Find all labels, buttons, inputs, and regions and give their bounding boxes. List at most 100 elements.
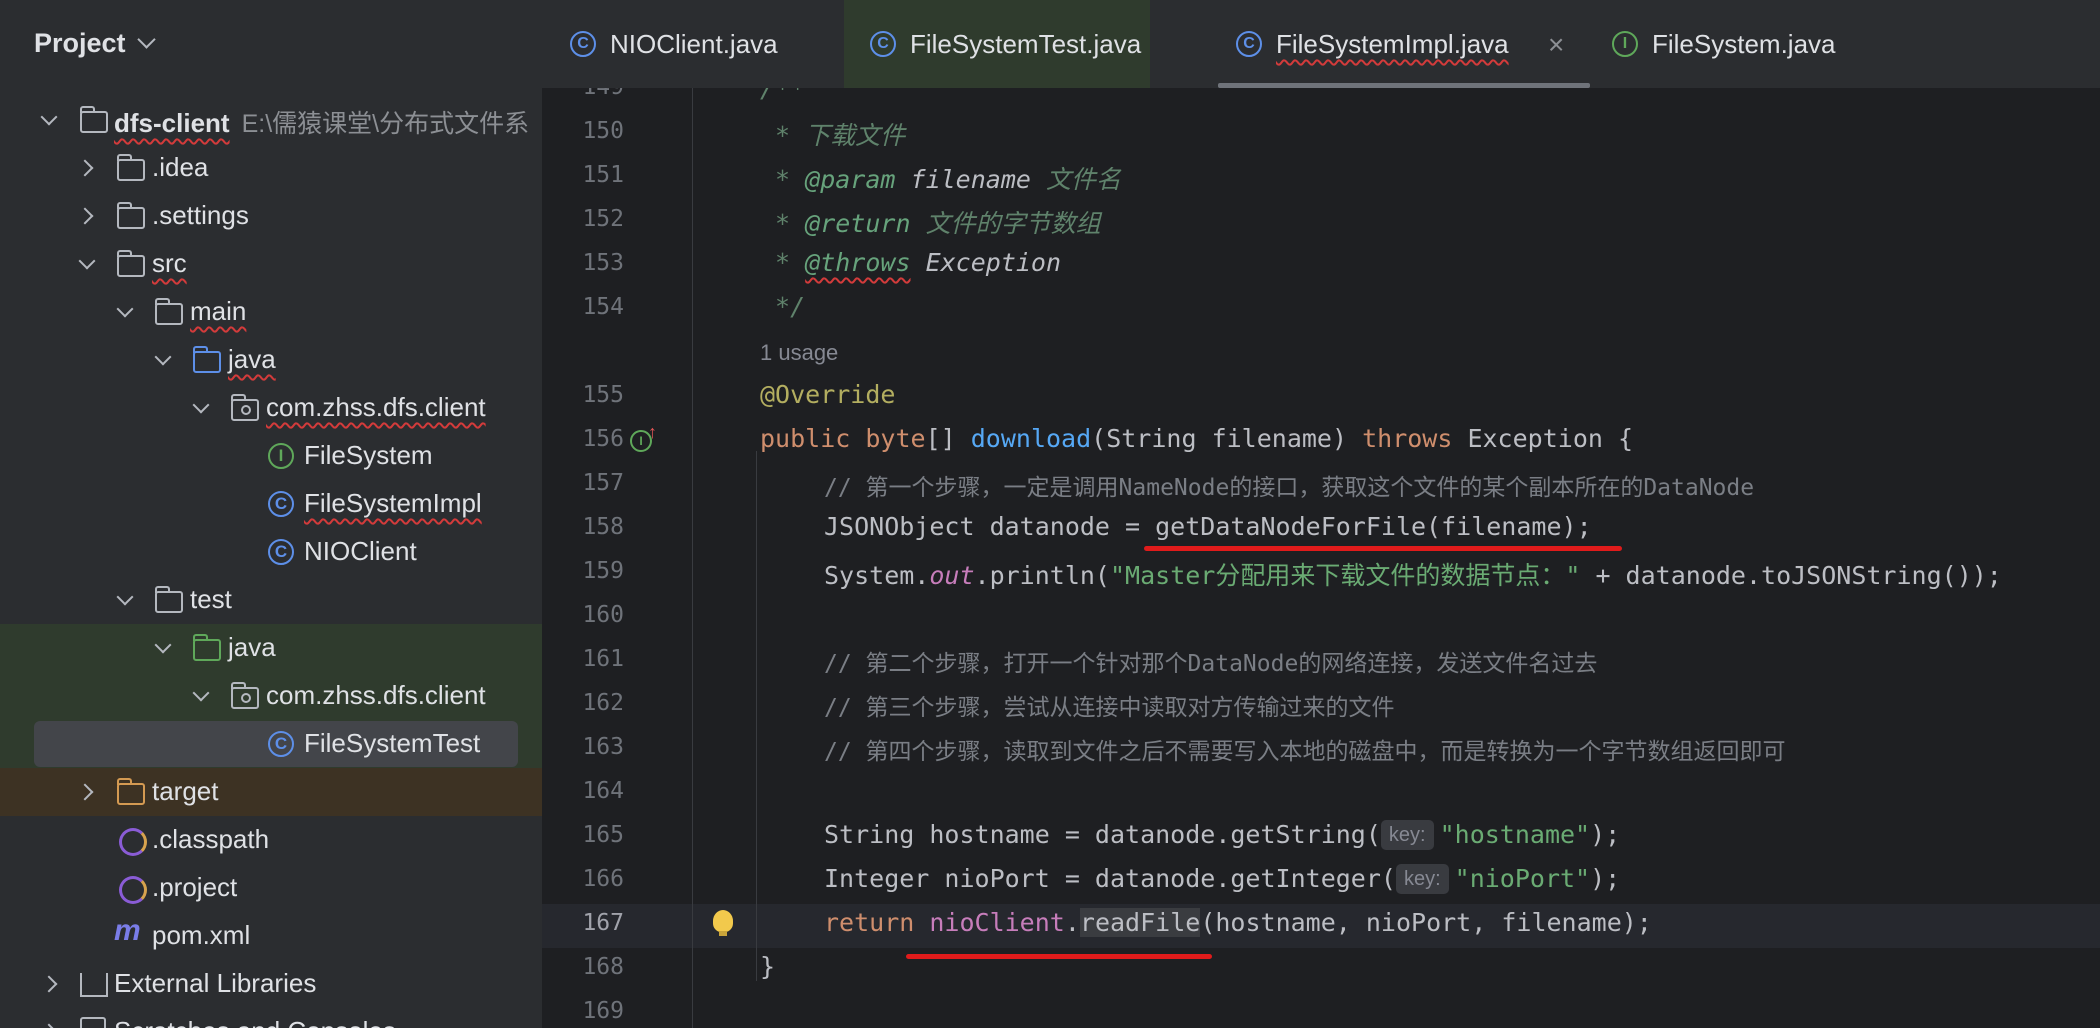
tree-item-label: pom.xml [152, 920, 251, 950]
tree-item-label: target [152, 776, 219, 806]
tab-label: NIOClient.java [610, 29, 778, 59]
tree-item-label: com.zhss.dfs.client [266, 680, 486, 710]
chevron-down-icon[interactable] [40, 108, 58, 126]
tree-item-idea[interactable]: .idea [0, 144, 542, 192]
code-line-155: @Override [760, 380, 896, 409]
line-number: 154 [582, 294, 624, 320]
chevron-down-icon[interactable] [78, 252, 96, 270]
chevron-down-icon[interactable] [154, 636, 172, 654]
chevron-right-icon[interactable] [76, 207, 94, 225]
libraries-icon [80, 973, 108, 997]
tree-item-main[interactable]: main [0, 288, 542, 336]
code-line-150: * 下载文件 [760, 121, 906, 150]
class-icon: C [268, 491, 294, 517]
usages-hint[interactable]: 1 usage [760, 340, 838, 366]
line-number: 169 [582, 998, 624, 1024]
tree-item-label: .project [152, 872, 238, 902]
chevron-right-icon[interactable] [40, 1023, 58, 1028]
tab-nioclient[interactable]: C NIOClient.java [542, 0, 844, 88]
annotation-underline [906, 954, 1212, 959]
tree-item-main-package[interactable]: com.zhss.dfs.client [0, 384, 542, 432]
interface-icon: I [1612, 31, 1638, 57]
line-number: 153 [582, 250, 624, 276]
tree-item-test-package[interactable]: com.zhss.dfs.client [0, 672, 542, 720]
folder-icon [116, 154, 145, 181]
code-line-153: * @throws Exception [760, 248, 1062, 277]
chevron-right-icon[interactable] [76, 159, 94, 177]
tree-item-filesystemimpl[interactable]: C FileSystemImpl [0, 480, 542, 528]
tree-item-label: .idea [152, 152, 209, 182]
project-view-selector[interactable]: Project [34, 28, 156, 59]
code-editor[interactable]: 149 150 151 152 153 154 155 156 157 158 … [542, 88, 2100, 1028]
chevron-down-icon[interactable] [116, 300, 134, 318]
tree-item-filesystem[interactable]: I FileSystem [0, 432, 542, 480]
tree-item-label: com.zhss.dfs.client [266, 392, 486, 422]
annotation-underline [1144, 546, 1622, 551]
code-line-156: public byte[] download(String filename) … [760, 424, 1634, 453]
line-number: 162 [582, 690, 624, 716]
tree-item-label: test [190, 584, 232, 614]
folder-icon [116, 250, 145, 277]
code-line-165: String hostname = datanode.getString(key… [824, 820, 1621, 850]
tree-item-src[interactable]: src [0, 240, 542, 288]
tree-item-target[interactable]: target [0, 768, 542, 816]
chevron-down-icon[interactable] [192, 396, 210, 414]
tab-label: FileSystem.java [1652, 29, 1836, 59]
tree-item-test[interactable]: test [0, 576, 542, 624]
tree-item-classpath[interactable]: .classpath [0, 816, 542, 864]
tree-item-label: NIOClient [304, 536, 417, 566]
tab-filesystem[interactable]: I FileSystem.java [1608, 0, 1908, 88]
tree-item-label: src [152, 248, 187, 278]
class-icon: C [268, 539, 294, 565]
line-number: 164 [582, 778, 624, 804]
tab-filesystemimpl[interactable]: C FileSystemImpl.java × [1218, 0, 1590, 88]
chevron-down-icon[interactable] [116, 588, 134, 606]
code-line-151: * @param filename 文件名 [760, 165, 1121, 194]
code-line-152: * @return 文件的字节数组 [760, 209, 1101, 238]
project-panel: Project dfs-client E:\儒猿课堂\分布式文件系 .idea .… [0, 0, 542, 1028]
chevron-right-icon[interactable] [40, 975, 58, 993]
chevron-down-icon[interactable] [192, 684, 210, 702]
code-line-158: JSONObject datanode = getDataNodeForFile… [824, 512, 1592, 541]
tree-item-label: java [228, 344, 276, 374]
indent-guide [756, 451, 757, 981]
tree-item-label: java [228, 632, 276, 662]
tree-item-main-java[interactable]: java [0, 336, 542, 384]
tree-item-pom[interactable]: m pom.xml [0, 912, 542, 960]
tab-filesystemtest[interactable]: C FileSystemTest.java [844, 0, 1150, 88]
tree-item-label: External Libraries [114, 968, 317, 998]
chevron-down-icon[interactable] [136, 30, 156, 49]
line-number: 149 [542, 88, 624, 100]
test-folder-icon [192, 634, 221, 661]
chevron-right-icon[interactable] [76, 783, 94, 801]
tree-item-label: dfs-client [114, 108, 230, 138]
close-icon[interactable]: × [1548, 29, 1564, 61]
line-number: 168 [582, 954, 624, 980]
tree-item-label: FileSystem [304, 440, 433, 470]
tree-item-external-libraries[interactable]: External Libraries [0, 960, 542, 1008]
tree-item-nioclient[interactable]: C NIOClient [0, 528, 542, 576]
scratches-icon [80, 1017, 106, 1028]
tree-item-dfs-client[interactable]: dfs-client E:\儒猿课堂\分布式文件系 [0, 96, 542, 144]
code-line-166: Integer nioPort = datanode.getInteger(ke… [824, 864, 1621, 894]
tree-item-label: main [190, 296, 247, 326]
module-folder-icon [79, 106, 108, 133]
tree-item-label: Scratches and Consoles [114, 1016, 396, 1028]
tree-item-project[interactable]: .project [0, 864, 542, 912]
line-number: 158 [582, 514, 624, 540]
folder-icon [154, 298, 183, 325]
tree-item-label: .classpath [152, 824, 270, 854]
line-number: 160 [582, 602, 624, 628]
chevron-down-icon[interactable] [154, 348, 172, 366]
maven-icon: m [114, 914, 141, 947]
line-number: 156 [582, 426, 624, 452]
interface-icon: I [268, 443, 294, 469]
line-number: 165 [582, 822, 624, 848]
lightbulb-icon[interactable] [713, 910, 733, 936]
line-number: 159 [582, 558, 624, 584]
tree-item-settings[interactable]: .settings [0, 192, 542, 240]
tree-item-scratches[interactable]: Scratches and Consoles [0, 1008, 542, 1028]
tree-item-filesystemtest[interactable]: C FileSystemTest [0, 720, 542, 768]
tree-item-label: FileSystemImpl [304, 488, 482, 518]
tree-item-test-java[interactable]: java [0, 624, 542, 672]
